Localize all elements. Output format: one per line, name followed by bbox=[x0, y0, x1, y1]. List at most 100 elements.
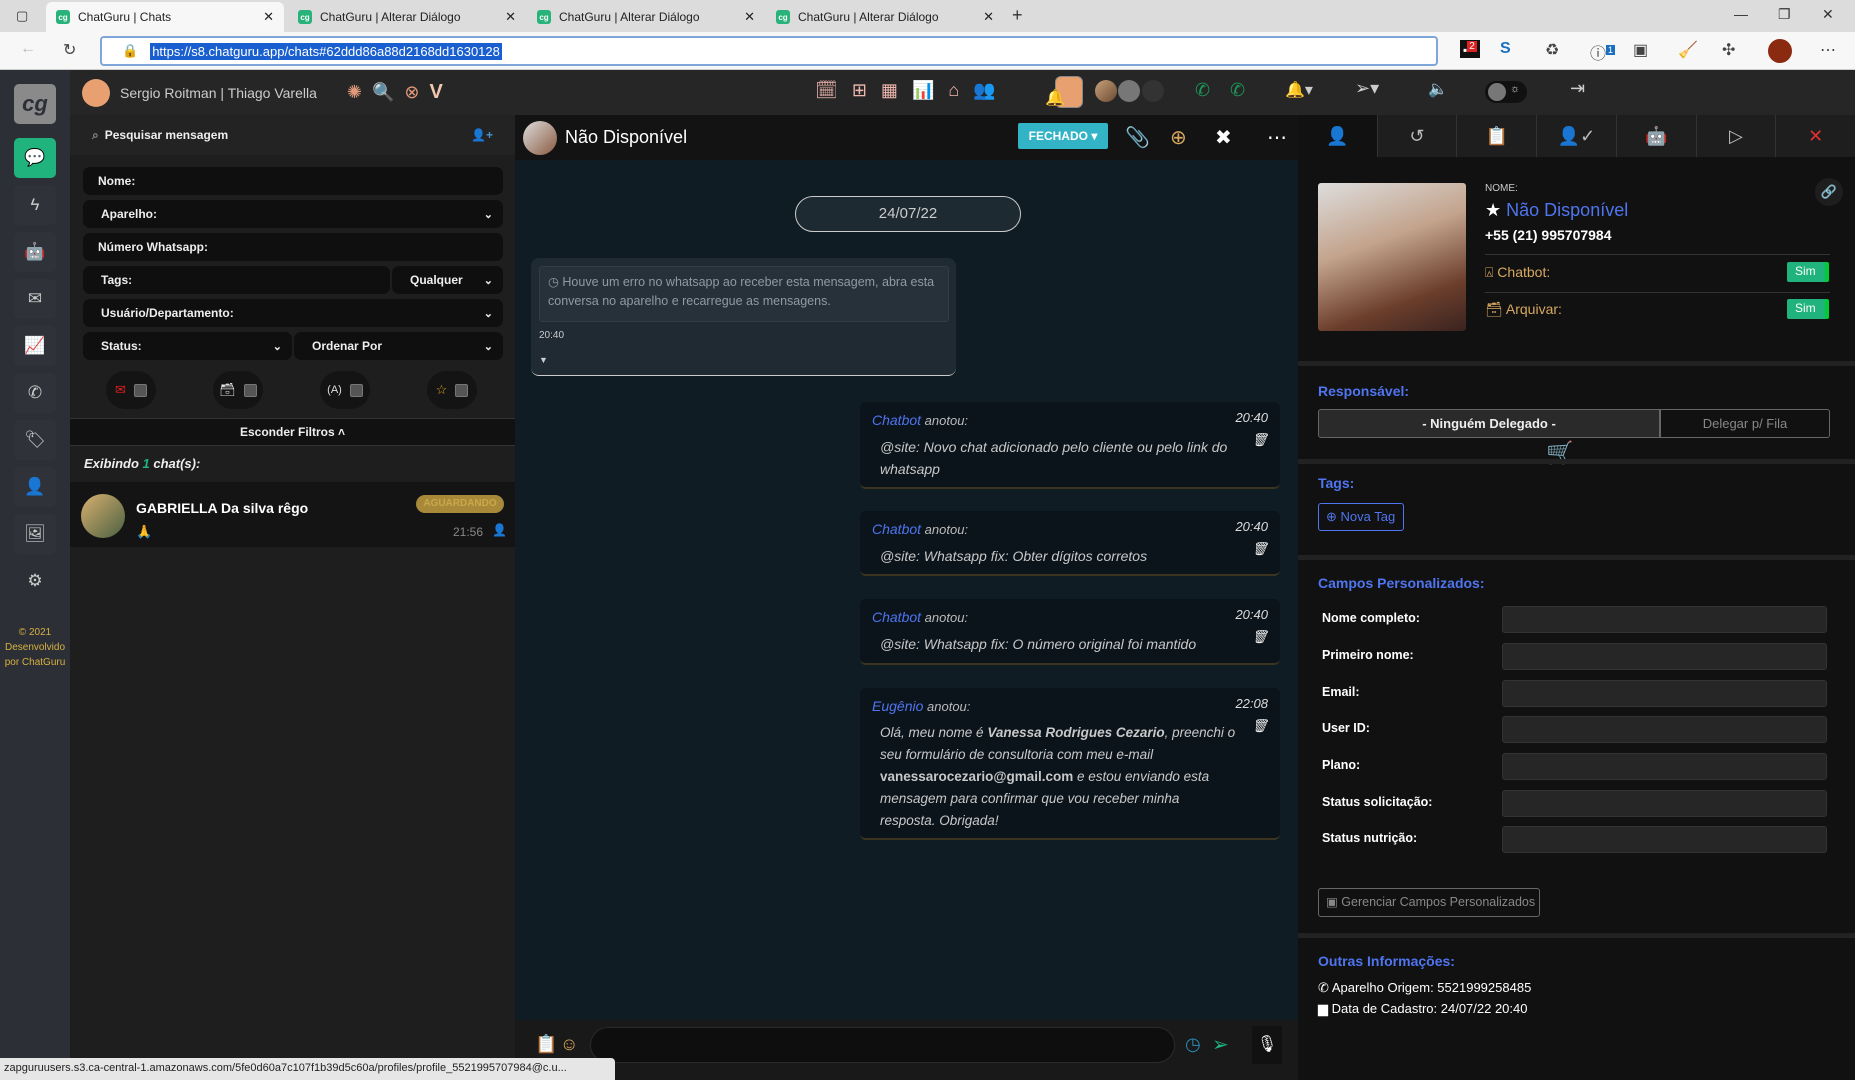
trash-icon[interactable]: 🗑 bbox=[1251, 718, 1268, 734]
field-input[interactable] bbox=[1502, 716, 1827, 743]
agent-avatar[interactable] bbox=[1118, 80, 1140, 102]
tab-history[interactable]: ↺ bbox=[1378, 115, 1458, 157]
note-author[interactable]: Chatbot bbox=[872, 412, 921, 428]
info-extension-icon[interactable]: ⓘ 1 bbox=[1590, 40, 1616, 64]
chatbot-toggle[interactable]: Sim bbox=[1787, 262, 1829, 282]
back-icon[interactable]: ← bbox=[20, 40, 36, 58]
close-chat-icon[interactable]: ✖ bbox=[1215, 125, 1232, 150]
filter-numero[interactable]: Número Whatsapp: bbox=[83, 233, 503, 261]
maximize-icon[interactable]: ❐ bbox=[1778, 6, 1791, 23]
logout-icon[interactable]: ⇥ bbox=[1570, 78, 1585, 99]
status-dropdown[interactable]: FECHADO ▾ bbox=[1018, 123, 1108, 149]
message-input[interactable] bbox=[590, 1027, 1175, 1063]
close-tab-icon[interactable]: ✕ bbox=[983, 9, 994, 25]
search-icon[interactable]: 🔍 bbox=[372, 82, 394, 103]
note-author[interactable]: Chatbot bbox=[872, 609, 921, 625]
recycle-extension-icon[interactable]: ♻ bbox=[1545, 40, 1559, 60]
filter-broadcast[interactable]: (A) bbox=[320, 371, 370, 409]
note-author[interactable]: Eugênio bbox=[872, 698, 923, 714]
link-icon[interactable]: 🔗 bbox=[1815, 178, 1843, 206]
tab-alterar-dialogo-1[interactable]: cg ChatGuru | Alterar Diálogo ✕ bbox=[288, 2, 526, 32]
field-input[interactable] bbox=[1502, 826, 1827, 853]
tab-play[interactable]: ▷ bbox=[1697, 115, 1777, 157]
search-messages[interactable]: ⌕ Pesquisar mensagem 👤+ bbox=[70, 115, 515, 155]
filter-status[interactable]: Status: ⌄ bbox=[83, 332, 292, 360]
close-window-icon[interactable]: ✕ bbox=[1822, 6, 1834, 23]
nav-calls[interactable]: ✆ bbox=[14, 373, 56, 413]
trash-icon[interactable]: 🗑 bbox=[1251, 541, 1268, 557]
nav-settings[interactable]: ⚙ bbox=[14, 561, 56, 601]
add-contact-icon[interactable]: 👤+ bbox=[471, 128, 493, 142]
field-input[interactable] bbox=[1502, 643, 1827, 670]
note-author[interactable]: Chatbot bbox=[872, 521, 921, 537]
manage-custom-fields-button[interactable]: ▣ Gerenciar Campos Personalizados bbox=[1318, 888, 1540, 917]
nav-contacts[interactable]: 👤 bbox=[14, 467, 56, 507]
filter-tags-mode[interactable]: Qualquer ⌄ bbox=[392, 266, 503, 294]
bell-dropdown-icon[interactable]: 🔔▾ bbox=[1285, 80, 1313, 100]
profile-avatar[interactable] bbox=[1768, 39, 1792, 63]
close-tab-icon[interactable]: ✕ bbox=[505, 9, 516, 25]
tab-assign[interactable]: 👤✓ bbox=[1537, 115, 1617, 157]
v-logo-icon[interactable]: V bbox=[430, 81, 443, 104]
contact-photo[interactable] bbox=[1318, 183, 1466, 331]
reload-icon[interactable]: ↻ bbox=[63, 40, 76, 60]
expand-caret-icon[interactable]: ▼ bbox=[539, 355, 548, 365]
field-input[interactable] bbox=[1502, 790, 1827, 817]
filter-ordenar[interactable]: Ordenar Por ⌄ bbox=[294, 332, 503, 360]
hide-filters-button[interactable]: Esconder Filtros ˄ bbox=[70, 418, 515, 446]
tab-bot[interactable]: 🤖 bbox=[1617, 115, 1697, 157]
field-input[interactable] bbox=[1502, 680, 1827, 707]
checkbox[interactable] bbox=[349, 383, 363, 397]
emoji-icon[interactable]: ☺ bbox=[560, 1034, 578, 1055]
mail-circle-icon[interactable]: ⊗ bbox=[404, 82, 419, 103]
tab-chats[interactable]: cg ChatGuru | Chats ✕ bbox=[46, 2, 284, 32]
send-icon[interactable]: ➢ bbox=[1212, 1032, 1229, 1057]
nav-media[interactable]: 🖼 bbox=[14, 514, 56, 554]
tab-alterar-dialogo-3[interactable]: cg ChatGuru | Alterar Diálogo ✕ bbox=[766, 2, 1004, 32]
filter-tags[interactable]: Tags: bbox=[83, 266, 390, 294]
minimize-icon[interactable]: — bbox=[1734, 6, 1748, 22]
field-input[interactable] bbox=[1502, 753, 1827, 780]
nav-automations[interactable]: ϟ bbox=[14, 185, 56, 225]
close-tab-icon[interactable]: ✕ bbox=[744, 9, 755, 25]
nav-chats[interactable]: 💬 bbox=[14, 138, 56, 178]
nav-campaigns[interactable]: ✉ bbox=[14, 279, 56, 319]
notes-icon[interactable]: 📋 bbox=[535, 1034, 557, 1055]
close-tab-icon[interactable]: ✕ bbox=[263, 9, 274, 25]
new-tag-button[interactable]: ⊕ Nova Tag bbox=[1318, 503, 1404, 531]
filter-unread[interactable]: ✉ bbox=[106, 371, 156, 409]
broom-extension-icon[interactable]: 🧹 bbox=[1678, 40, 1698, 60]
more-options-icon[interactable]: ⋯ bbox=[1267, 125, 1287, 150]
tab-notes[interactable]: 📋 bbox=[1457, 115, 1538, 157]
delegate-queue-button[interactable]: Delegar p/ Fila bbox=[1660, 409, 1830, 438]
whatsapp-icon[interactable]: ✆ bbox=[1230, 80, 1245, 101]
browser-menu-icon[interactable]: ⋯ bbox=[1820, 40, 1836, 60]
filter-usuario[interactable]: Usuário/Departamento: ⌄ bbox=[83, 299, 503, 327]
microphone-icon[interactable]: 🎙 bbox=[1252, 1026, 1282, 1064]
header-tools-icons[interactable]: 🗓⊞▦📊⌂👥 bbox=[815, 80, 1010, 101]
agent-avatar[interactable] bbox=[1095, 80, 1117, 102]
send-dropdown-icon[interactable]: ➢▾ bbox=[1355, 78, 1379, 99]
star-icon[interactable]: ★ bbox=[1485, 200, 1501, 220]
url-field[interactable]: 🔒 https://s8.chatguru.app/chats#62ddd86a8… bbox=[100, 36, 1438, 66]
extensions-puzzle-icon[interactable]: ✣ bbox=[1722, 40, 1735, 60]
whatsapp-icon[interactable]: ✆ bbox=[1195, 80, 1210, 101]
tab-contact[interactable]: 👤 bbox=[1298, 115, 1378, 157]
theme-toggle[interactable]: ☼ bbox=[1485, 81, 1527, 103]
extension-icon[interactable]: ▪ 2 bbox=[1460, 40, 1480, 58]
add-note-icon[interactable]: ⊕ bbox=[1170, 125, 1187, 150]
filter-aparelho[interactable]: Aparelho: ⌄ bbox=[83, 200, 503, 228]
paperclip-icon[interactable]: 📎 bbox=[1125, 125, 1150, 150]
url-text[interactable]: https://s8.chatguru.app/chats#62ddd86a88… bbox=[150, 42, 502, 60]
checkbox[interactable] bbox=[133, 383, 147, 397]
archive-toggle[interactable]: Sim bbox=[1787, 299, 1829, 319]
nav-tags[interactable]: 🏷 bbox=[14, 420, 56, 460]
volume-icon[interactable]: 🔈 bbox=[1428, 79, 1448, 99]
filter-archived[interactable]: 🗃 bbox=[213, 371, 263, 409]
field-input[interactable] bbox=[1502, 606, 1827, 633]
tab-actions-icon[interactable]: ▢ bbox=[16, 8, 28, 24]
trash-icon[interactable]: 🗑 bbox=[1251, 629, 1268, 645]
agent-avatar[interactable] bbox=[1142, 80, 1164, 102]
settings-badge-icon[interactable]: ✺ bbox=[347, 82, 362, 103]
contact-avatar[interactable] bbox=[523, 120, 557, 155]
